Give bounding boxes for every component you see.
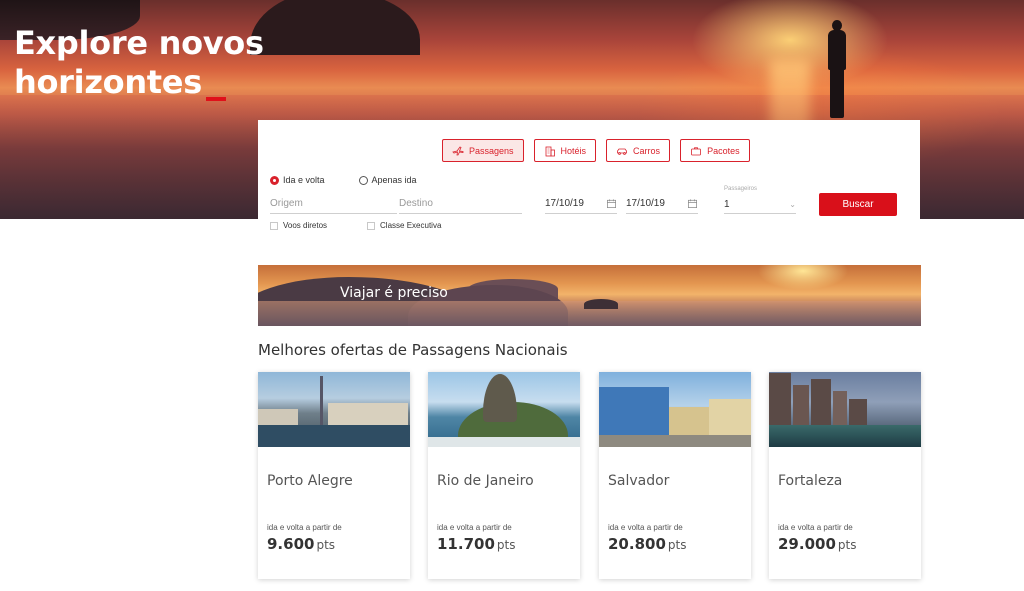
destination-placeholder: Destino [399, 198, 433, 209]
passengers-label: Passageiros [724, 186, 758, 192]
hero-person-silhouette [826, 20, 848, 120]
price-note: ida e volta a partir de [778, 523, 853, 532]
plane-icon [452, 145, 464, 155]
origin-input[interactable]: Origem [270, 194, 397, 214]
offer-card-salvador[interactable]: Salvador ida e volta a partir de 20.800 p… [599, 372, 751, 579]
checkbox-voos-diretos[interactable]: Voos diretos [270, 221, 327, 230]
promo-banner[interactable]: Viajar é preciso [258, 265, 921, 326]
city-photo [428, 372, 580, 447]
city-name: Fortaleza [778, 473, 843, 489]
origin-placeholder: Origem [270, 198, 303, 209]
tab-label: Hotéis [560, 145, 587, 156]
destination-input[interactable]: Destino [399, 194, 522, 214]
offer-card-fortaleza[interactable]: Fortaleza ida e volta a partir de 29.000… [769, 372, 921, 579]
price-value: 11.700 [437, 535, 495, 553]
return-date-input[interactable]: 17/10/19 [626, 194, 698, 214]
radio-apenas-ida[interactable]: Apenas ida [358, 175, 417, 185]
tab-label: Passagens [469, 145, 514, 156]
checkbox-classe-executiva[interactable]: Classe Executiva [367, 221, 441, 230]
price-value: 29.000 [778, 535, 836, 553]
search-filters: Voos diretos Classe Executiva [270, 221, 441, 230]
price: 9.600 pts [267, 535, 335, 553]
trip-type-options: Ida e volta Apenas ida [270, 175, 417, 185]
building-icon [545, 146, 555, 156]
hero-title-line2: horizontes [14, 63, 202, 101]
radio-dot [270, 175, 279, 185]
price-note: ida e volta a partir de [437, 523, 512, 532]
price-unit: pts [316, 538, 336, 552]
search-panel: Passagens Hotéis Carros Pacotes Ida e vo… [258, 120, 920, 242]
return-date-value: 17/10/19 [626, 198, 665, 209]
banner-island [584, 299, 618, 309]
price-unit: pts [837, 538, 857, 552]
checkbox-box[interactable] [270, 221, 278, 230]
tab-hoteis[interactable]: Hotéis [533, 139, 597, 162]
passengers-value: 1 [724, 199, 730, 210]
title-underscore-accent [205, 97, 226, 101]
tab-carros[interactable]: Carros [606, 139, 671, 162]
offer-card-rio-de-janeiro[interactable]: Rio de Janeiro ida e volta a partir de 1… [428, 372, 580, 579]
checkbox-box[interactable] [367, 221, 376, 230]
radio-ida-e-volta[interactable]: Ida e volta [270, 175, 325, 185]
city-photo [599, 372, 751, 447]
offer-card-porto-alegre[interactable]: Porto Alegre ida e volta a partir de 9.6… [258, 372, 410, 579]
search-tabs: Passagens Hotéis Carros Pacotes [442, 139, 750, 162]
tab-label: Pacotes [707, 145, 740, 156]
departure-date-input[interactable]: 17/10/19 [545, 194, 617, 214]
chevron-down-icon: ⌄ [789, 200, 796, 209]
city-name: Porto Alegre [267, 473, 353, 489]
tab-label: Carros [633, 145, 661, 156]
search-button[interactable]: Buscar [819, 193, 897, 216]
price-note: ida e volta a partir de [267, 523, 342, 532]
radio-dot [358, 175, 368, 185]
price-unit: pts [667, 538, 687, 552]
suitcase-icon [691, 146, 701, 155]
passengers-select[interactable]: 1 ⌄ [724, 196, 796, 214]
tab-pacotes[interactable]: Pacotes [680, 139, 750, 162]
price: 29.000 pts [778, 535, 856, 553]
price-value: 20.800 [608, 535, 666, 553]
price: 11.700 pts [437, 535, 515, 553]
checkbox-label: Voos diretos [283, 221, 328, 230]
city-name: Rio de Janeiro [437, 473, 534, 489]
calendar-icon[interactable] [606, 198, 617, 209]
radio-label: Ida e volta [283, 175, 325, 185]
offers-section-title: Melhores ofertas de Passagens Nacionais [258, 341, 568, 359]
hero-title-line1: Explore novos [14, 24, 264, 62]
banner-text: Viajar é preciso [340, 285, 448, 301]
price-note: ida e volta a partir de [608, 523, 683, 532]
calendar-icon[interactable] [687, 198, 698, 209]
checkbox-label: Classe Executiva [380, 221, 442, 230]
price-value: 9.600 [267, 535, 315, 553]
tab-passagens[interactable]: Passagens [442, 139, 524, 162]
city-photo [258, 372, 410, 447]
radio-label: Apenas ida [371, 175, 417, 185]
departure-date-value: 17/10/19 [545, 198, 584, 209]
price: 20.800 pts [608, 535, 686, 553]
car-icon [617, 148, 627, 155]
price-unit: pts [496, 538, 516, 552]
city-name: Salvador [608, 473, 670, 489]
city-photo [769, 372, 921, 447]
hero-title: Explore novos horizontes [14, 24, 314, 102]
